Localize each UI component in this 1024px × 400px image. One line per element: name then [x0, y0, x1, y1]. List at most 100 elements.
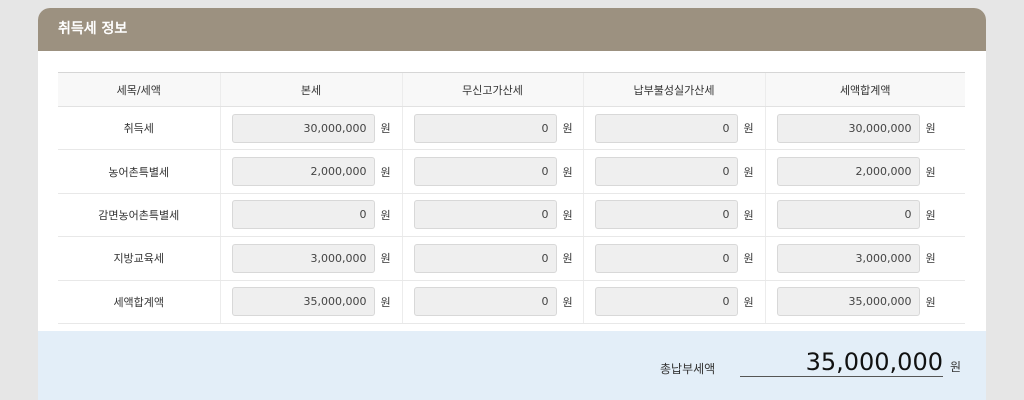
amount-wrapper: 2,000,000 원 — [766, 157, 966, 187]
currency-unit: 원 — [380, 208, 391, 222]
cell-tax-total: 30,000,000 원 — [764, 106, 966, 151]
currency-unit: 원 — [743, 208, 754, 222]
amount-wrapper: 35,000,000 원 — [766, 287, 966, 317]
cell-late-payment-penalty: 0원 — [582, 280, 765, 324]
total-unit: 원 — [950, 360, 962, 374]
col-header-tax-total: 세액합계액 — [764, 72, 965, 107]
row-label: 농어촌특별세 — [58, 149, 220, 194]
total-footer: 총납부세액 35,000,000 원 — [38, 331, 986, 400]
total-label: 총납부세액 — [660, 362, 716, 376]
tax-total-field[interactable]: 30,000,000 — [776, 113, 920, 143]
base-tax-field[interactable]: 3,000,000 — [231, 243, 375, 273]
row-label: 세액합계액 — [58, 280, 220, 324]
amount-wrapper: 0원 — [403, 157, 583, 187]
table-header-row: 세목/세액 본세 무신고가산세 납부불성실가산세 세액합계액 — [58, 72, 965, 107]
amount-wrapper: 2,000,000 원 — [221, 157, 402, 187]
col-header-base-tax: 본세 — [219, 72, 402, 107]
cell-late-payment-penalty: 0원 — [582, 193, 765, 238]
currency-unit: 원 — [562, 165, 573, 179]
currency-unit: 원 — [562, 122, 573, 136]
tax-total-field[interactable]: 0 — [776, 200, 920, 230]
cell-no-report-penalty: 0원 — [401, 193, 583, 238]
cell-tax-total: 35,000,000 원 — [764, 280, 966, 324]
currency-unit: 원 — [743, 165, 754, 179]
row-label: 취득세 — [58, 106, 220, 151]
table-row: 감면농어촌특별세 0 원 0 원 0 원 0 원 — [58, 193, 966, 238]
amount-wrapper: 0원 — [766, 200, 966, 230]
currency-unit: 원 — [925, 165, 936, 179]
cell-base-tax: 30,000,000 원 — [219, 106, 402, 151]
currency-unit: 원 — [743, 122, 754, 136]
no-report-penalty-field[interactable]: 0 — [413, 287, 557, 317]
cell-base-tax: 0원 — [219, 193, 402, 238]
col-header-late-payment-penalty: 납부불성실가산세 — [582, 72, 765, 107]
amount-wrapper: 0원 — [403, 200, 583, 230]
base-tax-field[interactable]: 2,000,000 — [231, 157, 375, 187]
table-row: 세액합계액 35,000,000 원 0 원 0 원 35,000,000 원 — [58, 280, 966, 324]
currency-unit: 원 — [562, 252, 573, 266]
base-tax-field[interactable]: 35,000,000 — [231, 287, 375, 317]
late-payment-penalty-field[interactable]: 0 — [594, 157, 738, 187]
cell-tax-total: 3,000,000 원 — [764, 236, 966, 281]
cell-no-report-penalty: 0원 — [401, 106, 583, 151]
amount-wrapper: 0원 — [403, 113, 583, 143]
total-amount: 35,000,000 — [740, 347, 943, 377]
base-tax-field[interactable]: 30,000,000 — [231, 113, 375, 143]
no-report-penalty-field[interactable]: 0 — [413, 157, 557, 187]
amount-wrapper: 0원 — [403, 287, 583, 317]
late-payment-penalty-field[interactable]: 0 — [594, 200, 738, 230]
cell-late-payment-penalty: 0원 — [582, 149, 765, 194]
col-header-no-report-penalty: 무신고가산세 — [401, 72, 583, 107]
base-tax-field[interactable]: 0 — [231, 200, 375, 230]
currency-unit: 원 — [925, 208, 936, 222]
cell-base-tax: 3,000,000 원 — [219, 236, 402, 281]
cell-late-payment-penalty: 0원 — [582, 236, 765, 281]
late-payment-penalty-field[interactable]: 0 — [594, 113, 738, 143]
amount-wrapper: 3,000,000 원 — [766, 243, 966, 273]
currency-unit: 원 — [380, 122, 391, 136]
cell-base-tax: 2,000,000 원 — [219, 149, 402, 194]
amount-wrapper: 0원 — [584, 113, 765, 143]
tax-total-field[interactable]: 35,000,000 — [776, 287, 920, 317]
row-label: 지방교육세 — [58, 236, 220, 281]
cell-no-report-penalty: 0원 — [401, 149, 583, 194]
table-row: 농어촌특별세 2,000,000 원 0 원 0 원 2,000,000 원 — [58, 149, 966, 194]
late-payment-penalty-field[interactable]: 0 — [594, 287, 738, 317]
tax-table: 세목/세액 본세 무신고가산세 납부불성실가산세 세액합계액 취득세 30,000… — [58, 72, 965, 324]
amount-wrapper: 0원 — [584, 287, 765, 317]
table-row: 지방교육세 3,000,000 원 0 원 0 원 3,000,000 원 — [58, 236, 966, 281]
table-row: 취득세 30,000,000 원 0 원 0 원 30,000,000 원 — [58, 106, 966, 151]
cell-no-report-penalty: 0원 — [401, 236, 583, 281]
section-title: 취득세 정보 — [38, 8, 986, 51]
amount-wrapper: 0원 — [584, 157, 765, 187]
no-report-penalty-field[interactable]: 0 — [413, 243, 557, 273]
cell-tax-total: 0원 — [764, 193, 966, 238]
currency-unit: 원 — [925, 295, 936, 309]
amount-wrapper: 30,000,000 원 — [766, 113, 966, 143]
no-report-penalty-field[interactable]: 0 — [413, 113, 557, 143]
row-label: 감면농어촌특별세 — [58, 193, 220, 238]
tax-total-field[interactable]: 2,000,000 — [776, 157, 920, 187]
currency-unit: 원 — [743, 252, 754, 266]
amount-wrapper: 35,000,000 원 — [221, 287, 402, 317]
amount-wrapper: 3,000,000 원 — [221, 243, 402, 273]
cell-tax-total: 2,000,000 원 — [764, 149, 966, 194]
currency-unit: 원 — [562, 295, 573, 309]
late-payment-penalty-field[interactable]: 0 — [594, 243, 738, 273]
currency-unit: 원 — [925, 252, 936, 266]
amount-wrapper: 0원 — [584, 200, 765, 230]
currency-unit: 원 — [562, 208, 573, 222]
amount-wrapper: 0원 — [403, 243, 583, 273]
col-header-tax-item: 세목/세액 — [58, 72, 220, 107]
cell-late-payment-penalty: 0원 — [582, 106, 765, 151]
cell-base-tax: 35,000,000 원 — [219, 280, 402, 324]
currency-unit: 원 — [380, 252, 391, 266]
no-report-penalty-field[interactable]: 0 — [413, 200, 557, 230]
currency-unit: 원 — [743, 295, 754, 309]
currency-unit: 원 — [380, 165, 391, 179]
amount-wrapper: 0원 — [584, 243, 765, 273]
tax-total-field[interactable]: 3,000,000 — [776, 243, 920, 273]
acquisition-tax-panel: 취득세 정보 세목/세액 본세 무신고가산세 납부불성실가산세 세액합계액 취득… — [38, 8, 986, 400]
amount-wrapper: 0원 — [221, 200, 402, 230]
cell-no-report-penalty: 0원 — [401, 280, 583, 324]
